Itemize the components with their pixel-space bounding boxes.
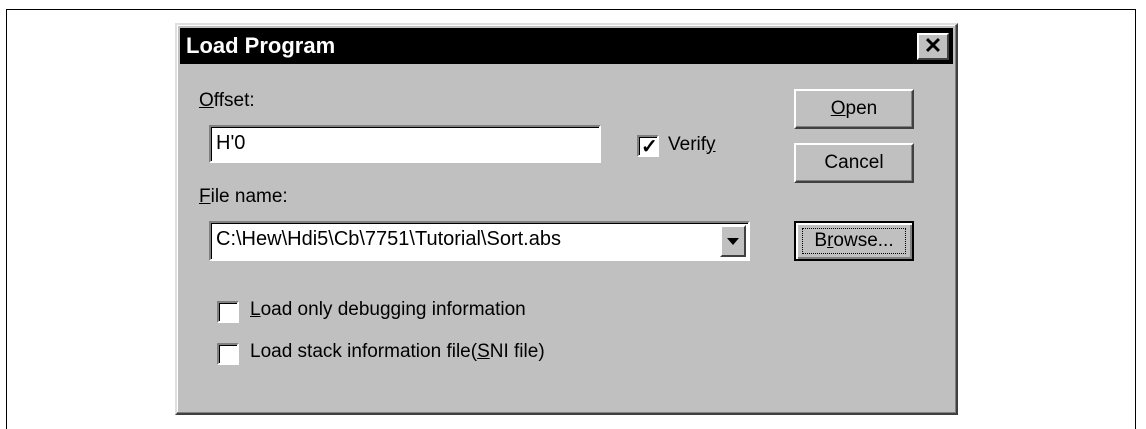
load-program-dialog: Load Program ✕ Offset: H'0 ✓ Verify File… (175, 23, 958, 415)
debug-only-label: Load only debugging information (250, 299, 526, 320)
verify-label: Verify (668, 134, 716, 155)
close-icon: ✕ (923, 33, 943, 58)
dialog-title: Load Program (186, 33, 336, 58)
checkmark-icon: ✓ (641, 136, 658, 158)
offset-label: Offset: (199, 90, 255, 111)
file-name-label: File name: (199, 186, 288, 207)
open-button[interactable]: Open (794, 89, 914, 129)
title-bar: Load Program ✕ (180, 28, 953, 64)
chevron-down-icon (727, 238, 739, 245)
close-button[interactable]: ✕ (917, 33, 949, 60)
focus-rect (802, 228, 906, 254)
cancel-button[interactable]: Cancel (794, 143, 914, 183)
stack-info-checkbox[interactable] (217, 343, 239, 365)
browse-button[interactable]: Browse... (794, 221, 914, 261)
file-name-combobox[interactable]: C:\Hew\Hdi5\Cb\7751\Tutorial\Sort.abs (209, 221, 750, 261)
dropdown-button[interactable] (720, 225, 746, 257)
file-name-value: C:\Hew\Hdi5\Cb\7751\Tutorial\Sort.abs (216, 228, 561, 250)
verify-checkbox[interactable]: ✓ (637, 135, 659, 158)
debug-only-checkbox[interactable] (217, 301, 239, 323)
offset-input[interactable]: H'0 (209, 125, 601, 163)
stack-info-label: Load stack information file(SNI file) (250, 341, 545, 362)
